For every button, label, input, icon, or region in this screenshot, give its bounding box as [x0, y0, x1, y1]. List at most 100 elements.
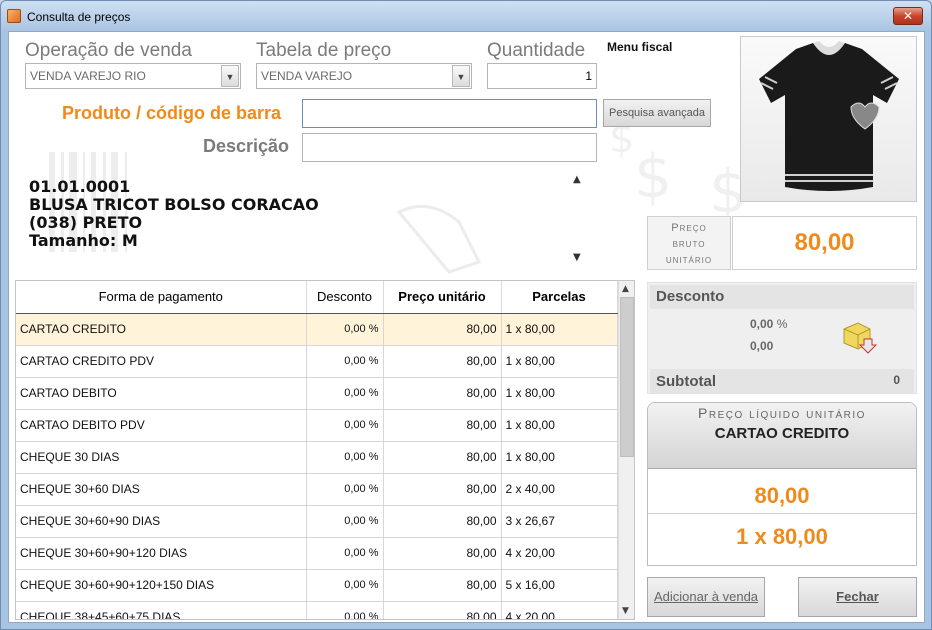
tabela-select[interactable]: VENDA VAREJO ▼: [256, 63, 472, 89]
net-price-divider: [648, 513, 916, 514]
menu-fiscal-link[interactable]: Menu fiscal: [607, 40, 672, 54]
cell-parcelas: 3 x 26,67: [501, 505, 618, 538]
cell-desconto: 0,00 %: [306, 537, 384, 570]
payment-table: Forma de pagamento Desconto Preço unitár…: [15, 280, 635, 620]
quantidade-label: Quantidade: [487, 40, 586, 61]
cell-preco: 80,00: [383, 537, 502, 570]
table-row[interactable]: CARTAO DEBITO 0,00 % 80,00 1 x 80,00: [16, 377, 618, 410]
table-row[interactable]: CARTAO CREDITO PDV 0,00 % 80,00 1 x 80,00: [16, 345, 618, 378]
cell-preco: 80,00: [383, 409, 502, 442]
app-icon: [7, 9, 21, 23]
scroll-up-icon[interactable]: ▲: [622, 284, 629, 294]
preco-bruto-value-box: 80,00: [732, 216, 917, 270]
cell-forma: CARTAO CREDITO: [16, 313, 307, 346]
table-scrollbar[interactable]: ▲ ▼: [618, 281, 634, 619]
shirt-icon: [759, 41, 899, 191]
discount-amount: 0,00: [750, 339, 774, 353]
cell-parcelas: 1 x 80,00: [501, 313, 618, 346]
cell-desconto: 0,00 %: [306, 345, 384, 378]
adicionar-venda-label: Adicionar à venda: [653, 589, 759, 604]
table-row[interactable]: CHEQUE 30 DIAS 0,00 % 80,00 1 x 80,00: [16, 441, 618, 474]
scroll-thumb[interactable]: [620, 297, 634, 457]
cell-preco: 80,00: [383, 377, 502, 410]
product-name: BLUSA TRICOT BOLSO CORACAO: [29, 195, 319, 214]
table-row[interactable]: CHEQUE 38+45+60+75 DIAS 0,00 % 80,00 4 x 20…: [16, 601, 618, 619]
operacao-label: Operação de venda: [25, 40, 192, 61]
close-button[interactable]: ✕: [893, 7, 923, 25]
cell-forma: CHEQUE 30+60+90+120 DIAS: [16, 537, 307, 570]
operacao-value: VENDA VAREJO RIO: [30, 69, 146, 83]
fechar-button[interactable]: Fechar: [798, 577, 917, 617]
preco-bruto-value: 80,00: [794, 229, 855, 256]
title-bar[interactable]: Consulta de preços ✕: [1, 1, 931, 31]
tabela-value: VENDA VAREJO: [261, 69, 353, 83]
apply-discount-button[interactable]: [838, 317, 878, 355]
cell-desconto: 0,00 %: [306, 473, 384, 506]
subtotal-label: Subtotal: [656, 373, 716, 390]
info-scroll-up-icon[interactable]: ▲: [573, 174, 581, 185]
product-color: (038) PRETO: [29, 213, 143, 232]
cell-desconto: 0,00 %: [306, 377, 384, 410]
pesquisa-avancada-button[interactable]: Pesquisa avançada: [603, 99, 711, 127]
col-parcelas[interactable]: Parcelas: [501, 281, 618, 314]
cell-preco: 80,00: [383, 601, 502, 619]
cell-parcelas: 1 x 80,00: [501, 409, 618, 442]
chevron-down-icon[interactable]: ▼: [221, 65, 239, 87]
cell-forma: CHEQUE 30 DIAS: [16, 441, 307, 474]
cell-forma: CARTAO DEBITO PDV: [16, 409, 307, 442]
net-price-payment: CARTAO CREDITO: [714, 425, 850, 442]
window: Consulta de preços ✕ $ $ $ Operação de ven…: [0, 0, 932, 630]
quantidade-value: 1: [585, 69, 592, 83]
preco-bruto-label: Preço bruto unitário: [647, 216, 731, 270]
cell-forma: CHEQUE 30+60+90 DIAS: [16, 505, 307, 538]
scroll-down-icon[interactable]: ▼: [622, 606, 629, 616]
descricao-input[interactable]: [302, 133, 597, 162]
table-row[interactable]: CARTAO CREDITO 0,00 % 80,00 1 x 80,00: [16, 313, 618, 346]
table-row[interactable]: CHEQUE 30+60+90 DIAS 0,00 % 80,00 3 x 26,67: [16, 505, 618, 538]
discount-panel: Desconto 0,00 % 0,00 Subtotal 0: [647, 282, 917, 394]
cell-desconto: 0,00 %: [306, 409, 384, 442]
info-scroll-down-icon[interactable]: ▼: [573, 252, 581, 263]
cell-desconto: 0,00 %: [306, 569, 384, 602]
table-row[interactable]: CARTAO DEBITO PDV 0,00 % 80,00 1 x 80,00: [16, 409, 618, 442]
operacao-select[interactable]: VENDA VAREJO RIO ▼: [25, 63, 241, 89]
preco-bruto-line1: Preço: [671, 222, 707, 234]
table-header: Forma de pagamento Desconto Preço unitár…: [16, 281, 618, 314]
window-title: Consulta de preços: [27, 10, 131, 24]
cell-parcelas: 1 x 80,00: [501, 377, 618, 410]
subtotal-value: 0: [893, 373, 900, 387]
cell-preco: 80,00: [383, 313, 502, 346]
svg-text:$: $: [634, 142, 672, 212]
cell-parcelas: 5 x 16,00: [501, 569, 618, 602]
cell-preco: 80,00: [383, 505, 502, 538]
discount-percent-value: 0,00: [750, 317, 774, 331]
chevron-down-icon[interactable]: ▼: [452, 65, 470, 87]
product-info: 01.01.0001 BLUSA TRICOT BOLSO CORACAO (0…: [29, 178, 319, 250]
cell-desconto: 0,00 %: [306, 313, 384, 346]
col-desconto[interactable]: Desconto: [306, 281, 384, 314]
table-row[interactable]: CHEQUE 30+60+90+120+150 DIAS 0,00 % 80,00 5…: [16, 569, 618, 602]
cell-forma: CARTAO DEBITO: [16, 377, 307, 410]
cell-forma: CHEQUE 38+45+60+75 DIAS: [16, 601, 307, 619]
preco-bruto-line2: bruto: [672, 238, 706, 250]
net-price-value: 80,00: [754, 483, 810, 508]
col-forma[interactable]: Forma de pagamento: [16, 281, 307, 314]
preco-bruto-line3: unitário: [665, 254, 713, 266]
client-area: $ $ $ Operação de venda Tabela de preço Qu…: [8, 31, 925, 623]
discount-percent-unit: %: [776, 317, 788, 331]
produto-input[interactable]: [302, 99, 597, 128]
col-preco[interactable]: Preço unitário: [383, 281, 502, 314]
adicionar-venda-button[interactable]: Adicionar à venda: [647, 577, 765, 617]
produto-label: Produto / código de barra: [62, 103, 282, 123]
fechar-label: Fechar: [836, 589, 879, 604]
cell-parcelas: 1 x 80,00: [501, 345, 618, 378]
table-row[interactable]: CHEQUE 30+60 DIAS 0,00 % 80,00 2 x 40,00: [16, 473, 618, 506]
cell-preco: 80,00: [383, 473, 502, 506]
quantidade-input[interactable]: 1: [487, 63, 597, 89]
discount-percent: 0,00 %: [750, 317, 787, 331]
cell-parcelas: 1 x 80,00: [501, 441, 618, 474]
net-price-title: Preço líquido unitário: [698, 405, 866, 421]
cell-preco: 80,00: [383, 345, 502, 378]
discount-title: Desconto: [656, 288, 725, 305]
table-row[interactable]: CHEQUE 30+60+90+120 DIAS 0,00 % 80,00 4 x 2…: [16, 537, 618, 570]
